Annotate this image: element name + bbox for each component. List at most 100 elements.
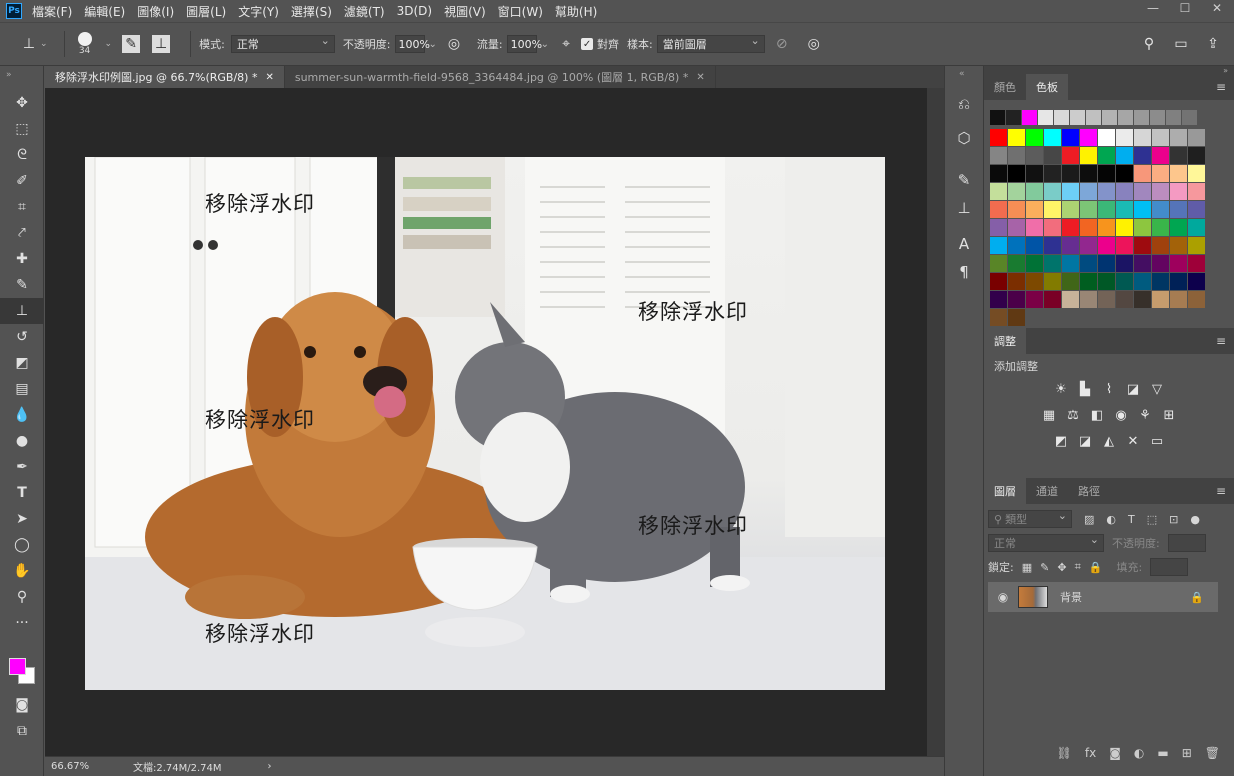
swatch[interactable] bbox=[1026, 129, 1043, 146]
lasso-tool-icon[interactable]: ᘓ bbox=[0, 142, 44, 168]
chevron-down-icon[interactable]: ⌄ bbox=[105, 39, 113, 49]
move-tool-icon[interactable]: ✥ bbox=[0, 90, 44, 116]
healing-brush-tool-icon[interactable]: ✚ bbox=[0, 246, 44, 272]
sample-select[interactable]: 當前圖層 bbox=[656, 34, 765, 53]
swatch[interactable] bbox=[1134, 147, 1151, 164]
maximize-icon[interactable]: ☐ bbox=[1170, 0, 1200, 16]
swatch[interactable] bbox=[990, 237, 1007, 254]
tab-document-1[interactable]: 移除浮水印例圖.jpg @ 66.7%(RGB/8) * ✕ bbox=[45, 66, 285, 88]
tab-color[interactable]: 顏色 bbox=[984, 74, 1026, 100]
swatch[interactable] bbox=[1008, 237, 1025, 254]
swatch[interactable] bbox=[990, 147, 1007, 164]
swatch[interactable] bbox=[1170, 183, 1187, 200]
swatch[interactable] bbox=[1062, 237, 1079, 254]
tab-layers[interactable]: 圖層 bbox=[984, 478, 1026, 504]
blur-tool-icon[interactable]: 💧 bbox=[0, 402, 44, 428]
swatch[interactable] bbox=[1116, 129, 1133, 146]
channel-mixer-icon[interactable]: ⚘ bbox=[1136, 406, 1154, 424]
swatch[interactable] bbox=[990, 255, 1007, 272]
clone-stamp-tool-icon[interactable]: ⊥ bbox=[20, 35, 38, 53]
swatch[interactable] bbox=[1188, 291, 1205, 308]
levels-icon[interactable]: ▙ bbox=[1076, 380, 1094, 398]
quick-mask-icon[interactable]: ◙ bbox=[0, 692, 44, 718]
chevron-down-icon[interactable]: ⌄ bbox=[429, 39, 437, 50]
zoom-level[interactable]: 66.67% bbox=[45, 761, 105, 772]
eraser-tool-icon[interactable]: ◩ bbox=[0, 350, 44, 376]
brush-preset-picker[interactable]: 34 bbox=[73, 32, 97, 56]
swatch[interactable] bbox=[1152, 201, 1169, 218]
swatch[interactable] bbox=[1116, 147, 1133, 164]
brush-tool-icon[interactable]: ✎ bbox=[0, 272, 44, 298]
brush-settings-icon[interactable]: ✎ bbox=[122, 35, 141, 53]
menu-image[interactable]: 圖像(I) bbox=[137, 3, 174, 20]
swatch[interactable] bbox=[1080, 165, 1097, 182]
tab-swatches[interactable]: 色板 bbox=[1026, 74, 1068, 100]
swatch[interactable] bbox=[1134, 273, 1151, 290]
eye-icon[interactable]: ◉ bbox=[988, 590, 1018, 604]
swatch[interactable] bbox=[1086, 110, 1101, 125]
swatch[interactable] bbox=[1008, 165, 1025, 182]
swatch[interactable] bbox=[1098, 147, 1115, 164]
gradient-map-icon[interactable]: ▭ bbox=[1148, 432, 1166, 450]
curves-icon[interactable]: ⌇ bbox=[1100, 380, 1118, 398]
invert-icon[interactable]: ◩ bbox=[1052, 432, 1070, 450]
swatch[interactable] bbox=[1166, 110, 1181, 125]
swatch[interactable] bbox=[1098, 237, 1115, 254]
color-lookup-icon[interactable]: ⊞ bbox=[1160, 406, 1178, 424]
menu-view[interactable]: 視圖(V) bbox=[444, 3, 486, 20]
minimize-icon[interactable]: — bbox=[1138, 0, 1168, 16]
swatch[interactable] bbox=[1134, 183, 1151, 200]
swatch[interactable] bbox=[1062, 147, 1079, 164]
swatch[interactable] bbox=[1170, 219, 1187, 236]
fill-input[interactable] bbox=[1150, 558, 1189, 576]
pen-tool-icon[interactable]: ✒ bbox=[0, 454, 44, 480]
swatch[interactable] bbox=[1116, 237, 1133, 254]
swatch[interactable] bbox=[1152, 255, 1169, 272]
swatch[interactable] bbox=[1026, 183, 1043, 200]
swatch[interactable] bbox=[1170, 291, 1187, 308]
eyedropper-tool-icon[interactable]: ⤤ bbox=[0, 220, 44, 246]
3d-panel-icon[interactable]: ⬡ bbox=[945, 124, 983, 152]
layer-row-background[interactable]: ◉ 背景 🔒 bbox=[988, 582, 1218, 612]
paragraph-panel-icon[interactable]: ¶ bbox=[945, 258, 983, 286]
dropdown-arrow-icon[interactable]: ⌄ bbox=[40, 39, 48, 49]
swatch[interactable] bbox=[1098, 219, 1115, 236]
clone-source-panel-icon[interactable]: ⊥ bbox=[945, 194, 983, 222]
swatch[interactable] bbox=[1026, 201, 1043, 218]
swatch[interactable] bbox=[1134, 110, 1149, 125]
swatch[interactable] bbox=[990, 129, 1007, 146]
tab-document-2[interactable]: summer-sun-warmth-field-9568_3364484.jpg… bbox=[285, 66, 716, 88]
swatch[interactable] bbox=[1152, 183, 1169, 200]
swatch[interactable] bbox=[1152, 129, 1169, 146]
aligned-checkbox[interactable]: ✓ bbox=[581, 38, 594, 50]
swatch[interactable] bbox=[1080, 219, 1097, 236]
pressure-opacity-icon[interactable]: ◎ bbox=[445, 35, 463, 53]
swatch[interactable] bbox=[1152, 147, 1169, 164]
swatch[interactable] bbox=[1170, 147, 1187, 164]
collapse-icon[interactable]: » bbox=[984, 66, 1234, 75]
swatch[interactable] bbox=[1054, 110, 1069, 125]
chevron-right-icon[interactable]: › bbox=[268, 761, 272, 772]
swatch[interactable] bbox=[1026, 165, 1043, 182]
swatch[interactable] bbox=[1044, 237, 1061, 254]
crop-tool-icon[interactable]: ⌗ bbox=[0, 194, 44, 220]
swatch[interactable] bbox=[990, 165, 1007, 182]
swatch[interactable] bbox=[1006, 110, 1021, 125]
swatch[interactable] bbox=[1008, 291, 1025, 308]
menu-help[interactable]: 幫助(H) bbox=[555, 3, 597, 20]
swatch[interactable] bbox=[1038, 110, 1053, 125]
swatch[interactable] bbox=[1044, 201, 1061, 218]
swatch[interactable] bbox=[1182, 110, 1197, 125]
swatch[interactable] bbox=[1116, 183, 1133, 200]
gradient-tool-icon[interactable]: ▤ bbox=[0, 376, 44, 402]
swatch[interactable] bbox=[1062, 129, 1079, 146]
menu-filter[interactable]: 濾鏡(T) bbox=[344, 3, 385, 20]
clone-source-icon[interactable]: ⊥ bbox=[152, 35, 171, 53]
swatch[interactable] bbox=[990, 309, 1007, 326]
swatch[interactable] bbox=[1188, 147, 1205, 164]
swatch[interactable] bbox=[1080, 147, 1097, 164]
quick-select-tool-icon[interactable]: ✐ bbox=[0, 168, 44, 194]
close-icon[interactable]: ✕ bbox=[265, 72, 273, 83]
swatch[interactable] bbox=[1080, 273, 1097, 290]
menu-select[interactable]: 選擇(S) bbox=[291, 3, 332, 20]
